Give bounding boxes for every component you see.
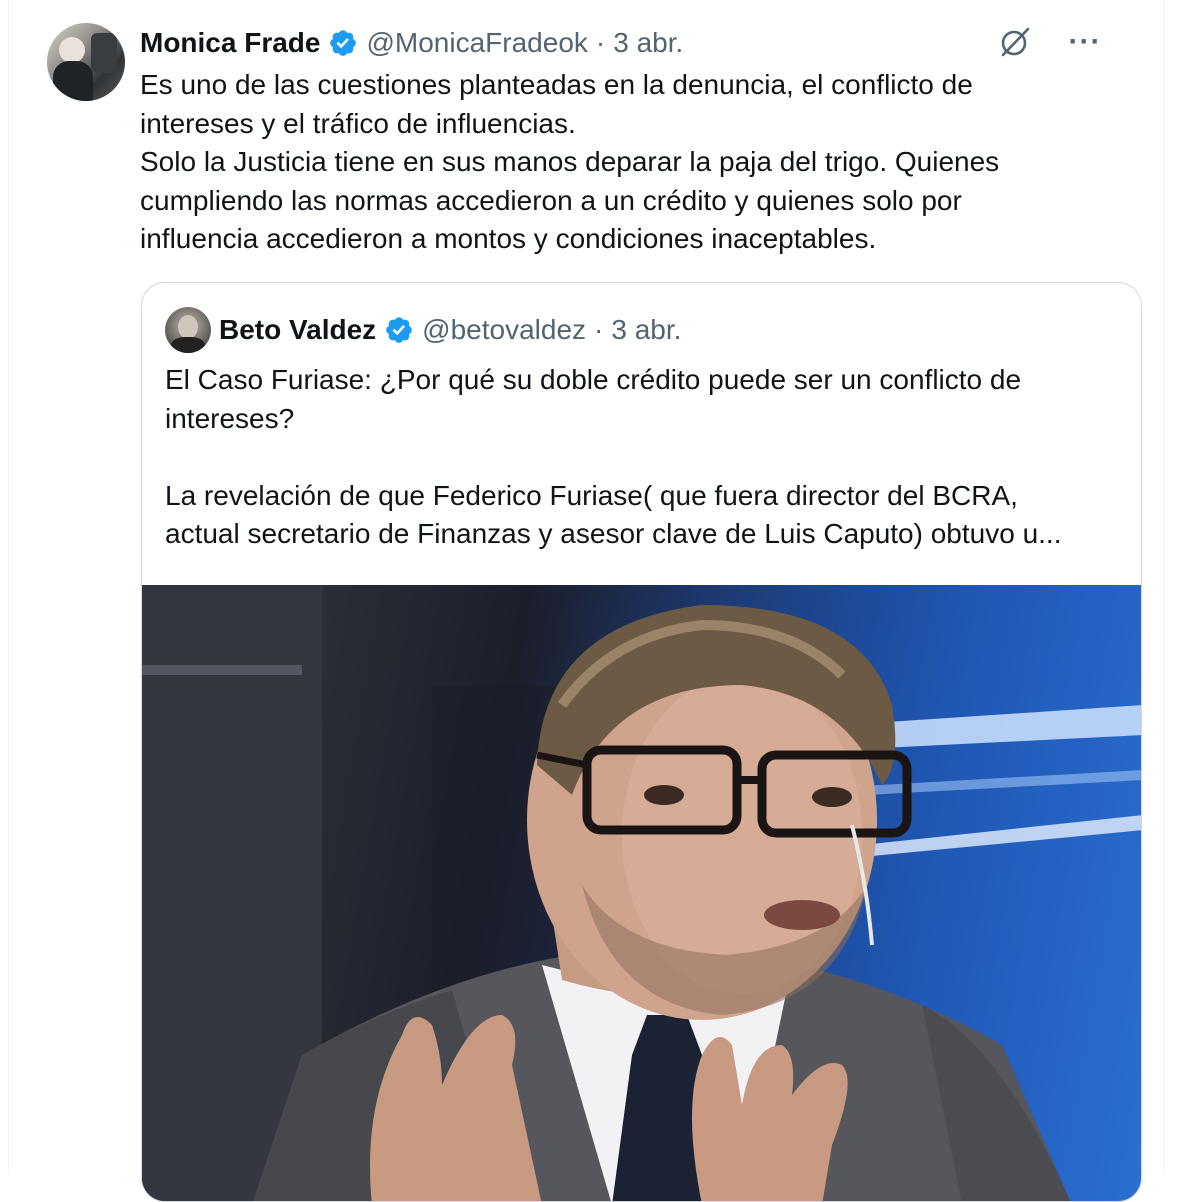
grok-icon bbox=[1001, 27, 1030, 57]
quoted-tweet[interactable]: Beto Valdez @betovaldez · 3 abr. El Caso… bbox=[141, 282, 1142, 1202]
author-handle[interactable]: @MonicaFradeok bbox=[366, 27, 587, 59]
author-name[interactable]: Monica Frade bbox=[140, 27, 320, 59]
author-avatar[interactable] bbox=[47, 23, 125, 101]
quoted-tweet-photo[interactable] bbox=[142, 585, 1141, 1201]
quoted-author-name[interactable]: Beto Valdez bbox=[219, 314, 376, 346]
grok-button[interactable] bbox=[997, 24, 1033, 60]
quoted-author-avatar[interactable] bbox=[165, 307, 211, 353]
quoted-tweet-header: Beto Valdez @betovaldez · 3 abr. bbox=[165, 307, 681, 353]
tweet-text: Es uno de las cuestiones planteadas en l… bbox=[140, 69, 1000, 254]
photo-illustration bbox=[142, 585, 1141, 1201]
verified-badge-icon bbox=[386, 317, 412, 343]
tweet-date[interactable]: 3 abr. bbox=[613, 27, 683, 59]
separator-dot: · bbox=[594, 314, 604, 345]
quoted-tweet-text: El Caso Furiase: ¿Por qué su doble crédi… bbox=[165, 364, 1062, 549]
quoted-author-handle[interactable]: @betovaldez bbox=[422, 314, 586, 346]
tweet-actions-top: ··· bbox=[997, 24, 1103, 60]
more-options-icon: ··· bbox=[1068, 25, 1102, 58]
quoted-tweet-date[interactable]: 3 abr. bbox=[611, 314, 681, 346]
tweet-header: Monica Frade @MonicaFradeok · 3 abr. bbox=[140, 24, 683, 62]
tweet-card[interactable]: Monica Frade @MonicaFradeok · 3 abr. ···… bbox=[8, 0, 1164, 1202]
separator-dot: · bbox=[595, 27, 606, 58]
verified-badge-icon bbox=[330, 30, 357, 56]
more-options-button[interactable]: ··· bbox=[1067, 24, 1103, 60]
